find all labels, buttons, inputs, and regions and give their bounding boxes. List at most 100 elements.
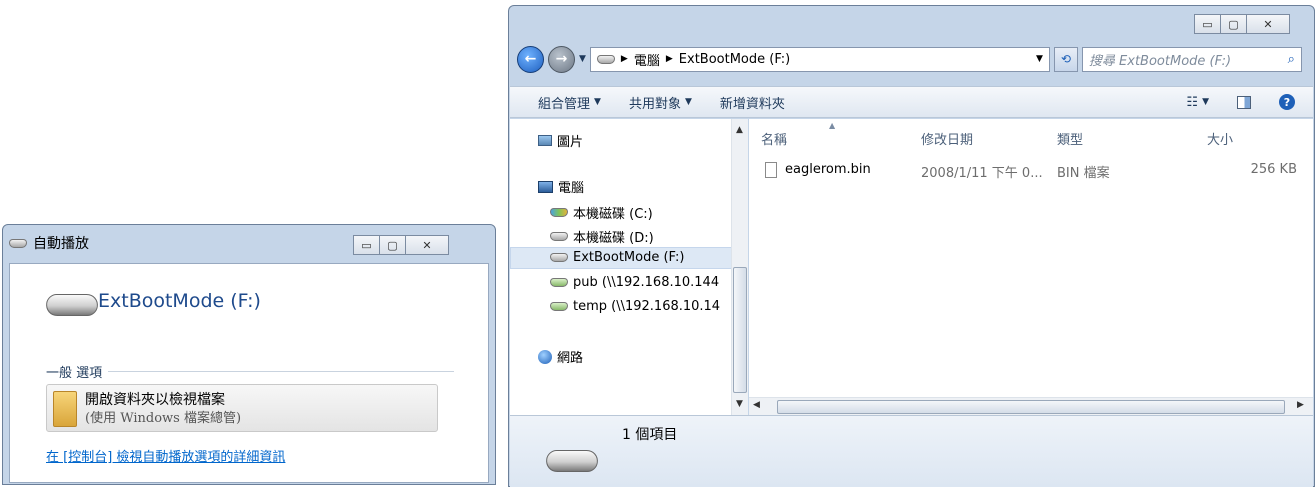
explorer-window: ▭ ▢ ✕ ← → ▼ ▶ 電腦 ▶ ExtBootMode (F:) ▼ ⟲ … (508, 5, 1315, 487)
nav-label: 圖片 (557, 135, 584, 150)
minimize-button[interactable]: ▭ (353, 235, 380, 255)
share-label: 共用對象 (628, 96, 681, 112)
views-icon: ☷ (1186, 94, 1199, 110)
nav-item-pictures[interactable]: 圖片 (538, 131, 583, 150)
chevron-right-icon: ▶ (620, 54, 628, 64)
nav-item-drive-c[interactable]: 本機磁碟 (C:) (550, 203, 653, 222)
maximize-button[interactable]: ▢ (379, 235, 406, 255)
removable-drive-icon (544, 450, 600, 472)
preview-pane-button[interactable] (1223, 95, 1265, 109)
close-button[interactable]: ✕ (405, 235, 449, 255)
back-button[interactable]: ← (517, 45, 544, 73)
drive-name: ExtBootMode (F:) (98, 290, 261, 312)
share-menu[interactable]: 共用對象 ▼ (615, 93, 706, 112)
nav-item-network[interactable]: 網路 (538, 347, 583, 366)
nav-item-drive-f[interactable]: ExtBootMode (F:) (550, 250, 684, 265)
organize-label: 組合管理 (538, 96, 591, 112)
file-icon (765, 162, 777, 178)
system-drive-icon (550, 208, 568, 217)
drive-icon (596, 54, 615, 64)
explorer-caption-buttons: ▭ ▢ ✕ (1194, 14, 1290, 34)
file-date: 2008/1/11 下午 0... (921, 166, 1043, 181)
scroll-down-icon[interactable]: ▼ (736, 399, 743, 409)
network-drive-icon (550, 302, 568, 311)
recent-pages-dropdown[interactable]: ▼ (579, 54, 586, 64)
autoplay-window: 自動播放 ▭ ▢ ✕ ExtBootMode (F:) 一般 選項 開啟資料夾以… (2, 224, 496, 485)
search-placeholder: 搜尋 ExtBootMode (F:) (1088, 53, 1232, 69)
new-folder-label: 新增資料夾 (719, 96, 785, 112)
new-folder-button[interactable]: 新增資料夾 (706, 93, 799, 112)
back-arrow-icon: ← (524, 51, 537, 67)
item-count: 1 個項目 (622, 427, 678, 443)
address-dropdown-icon[interactable]: ▼ (1036, 54, 1043, 64)
network-icon (538, 349, 552, 364)
column-name[interactable]: 名稱 (761, 129, 787, 148)
autoplay-caption-buttons: ▭ ▢ ✕ (353, 235, 449, 255)
autoplay-title: 自動播放 (33, 236, 89, 252)
refresh-button[interactable]: ⟲ (1053, 46, 1078, 72)
search-input[interactable]: 搜尋 ExtBootMode (F:) ⌕ (1081, 46, 1302, 72)
section-divider (108, 371, 454, 372)
address-bar-row: ← → ▼ ▶ 電腦 ▶ ExtBootMode (F:) ▼ ⟲ 搜尋 Ext… (517, 44, 1307, 74)
scroll-right-icon[interactable]: ▶ (1297, 400, 1304, 410)
nav-label: 網路 (557, 351, 584, 366)
hscroll-thumb[interactable] (777, 400, 1285, 414)
nav-label: pub (\\192.168.10.144 (573, 275, 720, 290)
file-row[interactable]: eaglerom.bin 2008/1/11 下午 0... BIN 檔案 25… (749, 159, 1313, 181)
toolbar: 組合管理 ▼ 共用對象 ▼ 新增資料夾 ☷ ▼ ? (510, 86, 1313, 118)
file-list: 名稱 ▲ 修改日期 類型 大小 eaglerom.bin 2008/1/11 下… (749, 119, 1313, 399)
column-type[interactable]: 類型 (1057, 129, 1083, 148)
chevron-down-icon: ▼ (1202, 97, 1209, 107)
minimize-button[interactable]: ▭ (1194, 14, 1221, 34)
details-pane: 1 個項目 (510, 415, 1313, 487)
drive-icon (550, 253, 568, 262)
nav-label: 本機磁碟 (C:) (573, 207, 653, 222)
breadcrumb-computer[interactable]: 電腦 (634, 50, 660, 69)
autoplay-content: ExtBootMode (F:) 一般 選項 開啟資料夾以檢視檔案 (使用 Wi… (9, 263, 489, 483)
search-icon: ⌕ (1287, 51, 1295, 67)
file-name: eaglerom.bin (785, 162, 871, 177)
file-type: BIN 檔案 (1057, 166, 1110, 181)
sort-up-icon: ▲ (829, 121, 836, 130)
drive-icon (9, 238, 27, 248)
nav-item-pub[interactable]: pub (\\192.168.10.144 (550, 275, 719, 290)
help-icon: ? (1279, 94, 1295, 110)
nav-label: temp (\\192.168.10.14 (573, 299, 721, 314)
close-button[interactable]: ✕ (1246, 14, 1290, 34)
section-label: 一般 選項 (46, 366, 103, 381)
folder-icon (53, 391, 77, 427)
nav-item-computer[interactable]: 電腦 (538, 177, 584, 196)
file-list-hscrollbar[interactable]: ◀ ▶ (749, 397, 1313, 415)
address-bar[interactable]: ▶ 電腦 ▶ ExtBootMode (F:) ▼ (589, 46, 1050, 72)
scroll-up-icon[interactable]: ▲ (736, 125, 743, 135)
breadcrumb-drive[interactable]: ExtBootMode (F:) (679, 52, 790, 67)
nav-item-drive-d[interactable]: 本機磁碟 (D:) (550, 227, 654, 246)
help-button[interactable]: ? (1265, 94, 1313, 110)
navigation-scrollbar[interactable]: ▲ ▼ (731, 119, 748, 415)
nav-label: 電腦 (558, 181, 585, 196)
network-drive-icon (550, 278, 568, 287)
column-size[interactable]: 大小 (1207, 129, 1233, 148)
option-subtitle: (使用 Windows 檔案總管) (85, 411, 242, 426)
forward-button[interactable]: → (548, 45, 575, 73)
open-folder-option[interactable]: 開啟資料夾以檢視檔案 (使用 Windows 檔案總管) (46, 384, 438, 432)
organize-menu[interactable]: 組合管理 ▼ (510, 93, 615, 112)
scroll-left-icon[interactable]: ◀ (753, 400, 760, 410)
chevron-right-icon: ▶ (665, 54, 673, 64)
nav-label: 本機磁碟 (D:) (573, 231, 654, 246)
preview-pane-icon (1237, 95, 1251, 109)
nav-item-temp[interactable]: temp (\\192.168.10.14 (550, 299, 720, 314)
chevron-down-icon: ▼ (594, 97, 601, 107)
control-panel-link[interactable]: 在 [控制台] 檢視自動播放選項的詳細資訊 (46, 446, 285, 465)
scroll-thumb[interactable] (733, 267, 747, 393)
column-date[interactable]: 修改日期 (921, 129, 973, 148)
file-size: 256 KB (1250, 162, 1297, 177)
views-button[interactable]: ☷ ▼ (1172, 95, 1223, 110)
option-title: 開啟資料夾以檢視檔案 (85, 392, 225, 408)
autoplay-titlebar: 自動播放 (9, 233, 89, 253)
maximize-button[interactable]: ▢ (1220, 14, 1247, 34)
drive-icon (550, 232, 568, 241)
section-header: 一般 選項 (46, 362, 454, 381)
refresh-icon: ⟲ (1060, 52, 1071, 66)
computer-icon (538, 180, 553, 193)
